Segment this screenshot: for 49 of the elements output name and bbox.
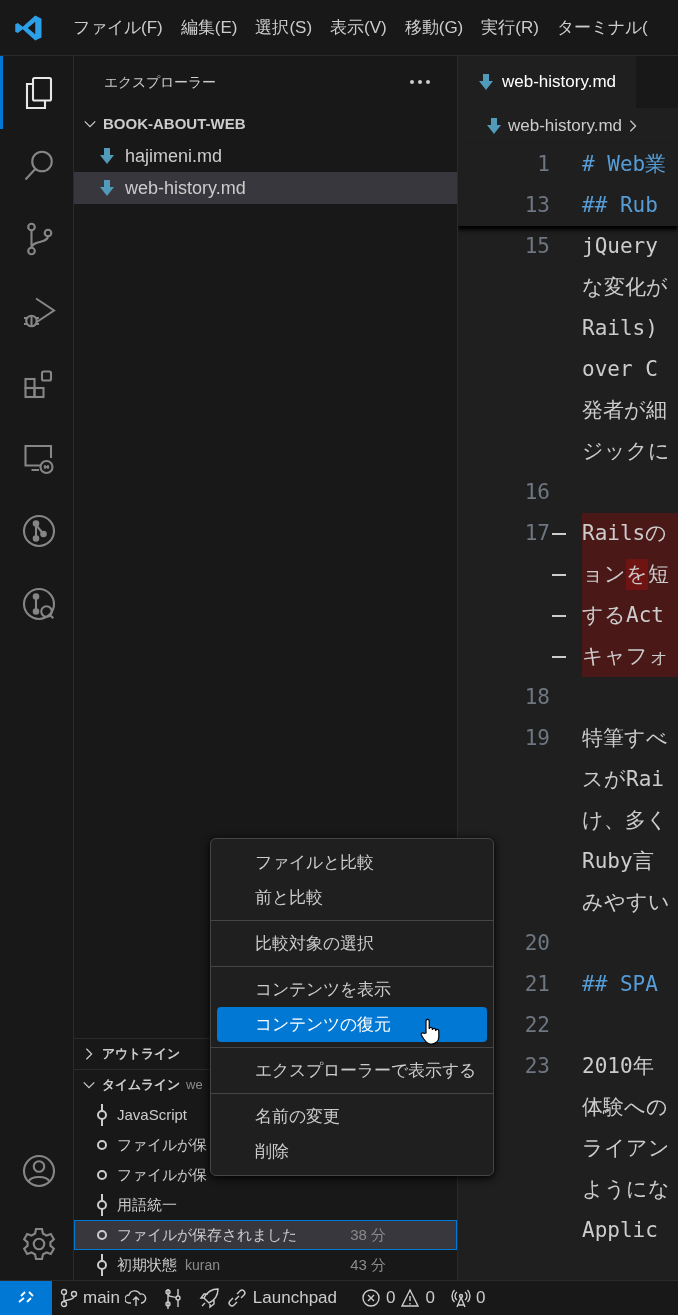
- timeline-label: JavaScript: [117, 1104, 188, 1125]
- code-text: Ruby言: [582, 847, 654, 875]
- timeline-time: 38 分: [350, 1224, 386, 1245]
- code-text: ジックに: [582, 437, 670, 465]
- line-number: 16: [524, 478, 550, 506]
- line-number: 19: [524, 724, 550, 752]
- code-text: ライアン: [582, 1134, 670, 1162]
- timeline-time: 43 分: [350, 1254, 386, 1275]
- code-text: 発者が細: [582, 396, 667, 424]
- code-text: ようにな: [582, 1175, 670, 1203]
- sidebar-title: エクスプローラー: [104, 72, 216, 92]
- code-text: スがRai: [582, 765, 664, 793]
- error-count: 0: [386, 1287, 396, 1310]
- timeline-label: ファイルが保存されました: [117, 1224, 297, 1245]
- line-number: 1: [537, 150, 550, 178]
- line-number: 18: [524, 683, 550, 711]
- line-number: 17: [524, 519, 550, 547]
- code-text: みやすい: [582, 888, 670, 916]
- code-text: 体験への: [582, 1093, 668, 1121]
- heading-text: ## Rub: [582, 191, 658, 219]
- timeline-label: ファイルが保: [117, 1164, 207, 1185]
- code-text: するAct: [582, 601, 664, 629]
- code-text: over C: [582, 355, 658, 383]
- code-text: 特筆すべ: [582, 724, 668, 752]
- line-number: 20: [524, 929, 550, 957]
- timeline-author: kuran: [185, 1255, 221, 1275]
- code-text: け、多く: [582, 806, 668, 834]
- timeline-label: 初期状態: [117, 1254, 177, 1275]
- changed-text: を: [626, 558, 648, 591]
- line-number: 23: [524, 1052, 550, 1080]
- code-text: な変化が: [582, 273, 668, 301]
- heading-text: ## SPA: [582, 970, 658, 998]
- line-number: 22: [524, 1011, 550, 1039]
- code-text: Rails): [582, 314, 658, 342]
- code-text: ョン: [582, 560, 626, 588]
- code-text: キャフォ: [582, 642, 670, 670]
- timeline-label: 用語統一: [117, 1194, 177, 1215]
- code-text: Applic: [582, 1216, 658, 1244]
- heading-text: # Web業: [582, 150, 667, 178]
- code-text: jQuery: [582, 232, 658, 260]
- timeline-file-name: we: [186, 1076, 203, 1095]
- code-text: 短: [648, 560, 669, 588]
- line-number: 13: [524, 191, 550, 219]
- line-number: 21: [524, 970, 550, 998]
- timeline-label: ファイルが保: [117, 1134, 207, 1155]
- code-text: 2010年: [582, 1052, 654, 1080]
- code-text: Railsの: [582, 519, 668, 547]
- warning-count: 0: [425, 1287, 435, 1310]
- line-number: 15: [524, 232, 550, 260]
